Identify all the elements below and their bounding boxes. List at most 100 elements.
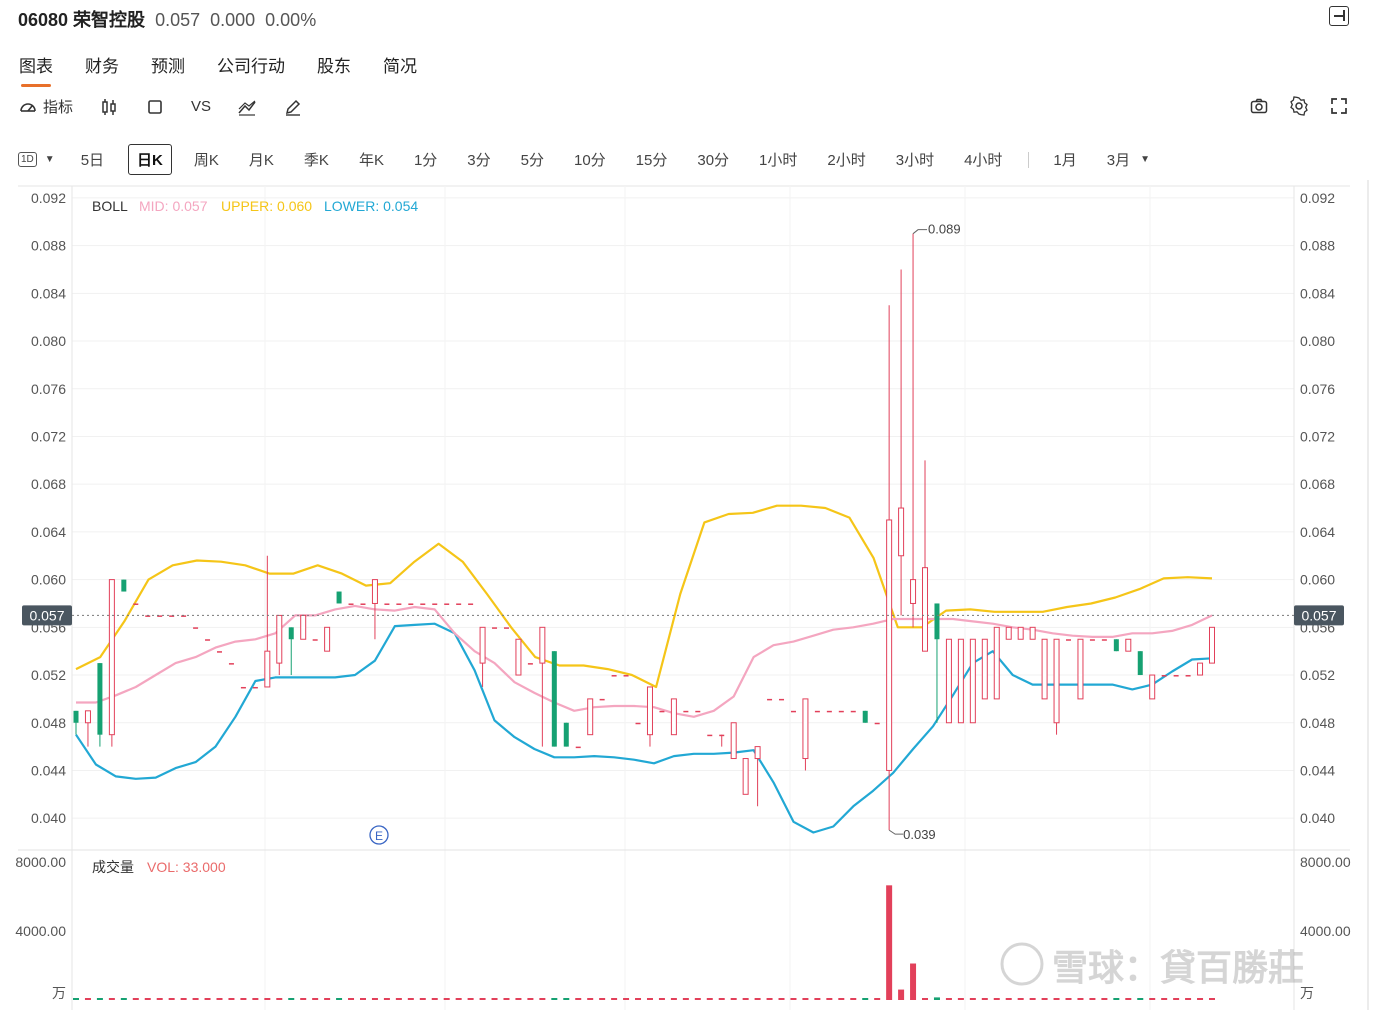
candle-body bbox=[1185, 675, 1191, 677]
price-tick-label: 0.072 bbox=[1300, 428, 1335, 444]
volume-bar bbox=[993, 998, 1000, 1000]
period-3h[interactable]: 3小时 bbox=[896, 145, 934, 174]
candle-body bbox=[456, 603, 462, 605]
tab-chart[interactable]: 图表 bbox=[19, 52, 53, 87]
chevron-down-icon: ▼ bbox=[1140, 154, 1151, 165]
volume-bar bbox=[1089, 998, 1096, 1000]
tab-corporate-action[interactable]: 公司行动 bbox=[217, 52, 285, 77]
snowball-logo-icon bbox=[1000, 942, 1044, 986]
volume-bar bbox=[1077, 998, 1084, 1000]
candle-body bbox=[623, 675, 629, 677]
price-tick-label: 0.080 bbox=[31, 333, 66, 349]
fullscreen-icon[interactable] bbox=[1329, 96, 1349, 116]
candle-body bbox=[193, 627, 199, 629]
candle-style-button[interactable] bbox=[99, 97, 119, 117]
period-5min[interactable]: 5分 bbox=[521, 145, 544, 174]
price-tick-label: 0.072 bbox=[31, 428, 66, 444]
tab-forecast[interactable]: 预测 bbox=[151, 52, 185, 77]
volume-bar bbox=[312, 998, 319, 1000]
period-selector: 1D ▼ 5日 日K 周K 月K 季K 年K 1分 3分 5分 10分 15分 … bbox=[18, 144, 1150, 175]
period-quarterly[interactable]: 季K bbox=[304, 145, 329, 174]
volume-bar bbox=[599, 998, 606, 1000]
camera-icon[interactable] bbox=[1249, 96, 1269, 116]
trend-tool-button[interactable] bbox=[237, 97, 257, 117]
volume-bar bbox=[216, 998, 223, 1000]
volume-bar bbox=[1209, 998, 1215, 1000]
price-tick-label: 0.080 bbox=[1300, 333, 1335, 349]
candle-body bbox=[551, 651, 557, 747]
range-3m-label: 3月 bbox=[1106, 152, 1131, 169]
volume-bar bbox=[850, 998, 857, 1000]
candle-body bbox=[216, 651, 222, 653]
candle-body bbox=[695, 710, 701, 713]
price-tick-label: 0.060 bbox=[1300, 572, 1335, 588]
volume-bar bbox=[1113, 998, 1120, 1000]
volume-bar bbox=[1041, 998, 1048, 1000]
period-3min[interactable]: 3分 bbox=[467, 145, 490, 174]
period-monthly[interactable]: 月K bbox=[249, 145, 274, 174]
price-tick-label: 0.068 bbox=[1300, 476, 1335, 492]
volume-bar bbox=[886, 885, 893, 1000]
candle-body bbox=[659, 710, 665, 713]
period-15min[interactable]: 15分 bbox=[636, 145, 668, 174]
chevron-down-icon: ▼ bbox=[44, 154, 55, 165]
period-4h[interactable]: 4小时 bbox=[964, 145, 1002, 174]
period-yearly[interactable]: 年K bbox=[359, 145, 384, 174]
volume-bar bbox=[359, 998, 366, 1000]
candle-body bbox=[670, 698, 677, 736]
candle-body bbox=[1101, 639, 1107, 641]
period-30min[interactable]: 30分 bbox=[697, 145, 729, 174]
volume-bar bbox=[180, 998, 187, 1000]
volume-bar bbox=[658, 998, 665, 1000]
volume-bar bbox=[718, 998, 725, 1000]
volume-bar bbox=[395, 998, 402, 1000]
price-tick-label: 0.040 bbox=[31, 810, 66, 826]
candle-body bbox=[730, 722, 737, 760]
volume-bar bbox=[515, 998, 522, 1000]
period-10min[interactable]: 10分 bbox=[574, 145, 606, 174]
volume-bar bbox=[898, 989, 905, 1000]
volume-bar bbox=[694, 998, 701, 1000]
chart-svg[interactable]: 0.092 0.088 0.084 0.080 0.076 0.072 0.068 0.064… bbox=[0, 180, 1373, 1010]
tab-profile[interactable]: 简况 bbox=[383, 52, 417, 77]
candle-body bbox=[910, 579, 917, 604]
interval-dropdown[interactable]: 1D ▼ bbox=[18, 148, 55, 171]
volume-bar bbox=[288, 998, 295, 1000]
period-1min[interactable]: 1分 bbox=[414, 145, 437, 174]
period-weekly[interactable]: 周K bbox=[194, 145, 219, 174]
draw-tool-button[interactable] bbox=[283, 97, 303, 117]
tab-shareholders[interactable]: 股东 bbox=[317, 52, 351, 77]
tab-finance[interactable]: 财务 bbox=[85, 52, 119, 77]
price-tick-label: 0.044 bbox=[31, 762, 66, 778]
kline-chart[interactable]: 0.092 0.088 0.084 0.080 0.076 0.072 0.068 0.064… bbox=[0, 180, 1373, 1010]
candle-body bbox=[814, 710, 820, 713]
candle-body bbox=[228, 663, 234, 665]
layout-button[interactable] bbox=[145, 97, 165, 117]
period-2h[interactable]: 2小时 bbox=[827, 145, 865, 174]
candle-body bbox=[635, 722, 641, 725]
boll-upper-label: UPPER: 0.060 bbox=[221, 198, 312, 214]
gear-icon[interactable] bbox=[1289, 96, 1309, 116]
pencil-icon bbox=[286, 99, 301, 116]
volume-bar bbox=[527, 998, 534, 1000]
candle-body bbox=[360, 603, 366, 605]
volume-bar bbox=[754, 998, 761, 1000]
price-tick-label: 0.084 bbox=[31, 285, 66, 301]
candle-body bbox=[408, 603, 414, 605]
period-5d[interactable]: 5日 bbox=[81, 145, 104, 174]
volume-bar bbox=[778, 998, 785, 1000]
range-1m[interactable]: 1月 bbox=[1053, 145, 1076, 174]
chart-actions bbox=[1249, 96, 1349, 116]
volume-bar bbox=[981, 998, 988, 1000]
indicator-button[interactable]: 指标 bbox=[18, 96, 73, 117]
candle-body bbox=[611, 675, 617, 677]
compare-button[interactable]: VS bbox=[191, 98, 211, 115]
period-daily[interactable]: 日K bbox=[128, 144, 172, 175]
candle-body bbox=[348, 603, 354, 605]
candle-body bbox=[336, 591, 342, 604]
exit-fullscreen-button[interactable] bbox=[1329, 6, 1349, 26]
divider bbox=[1028, 151, 1030, 168]
period-1h[interactable]: 1小时 bbox=[759, 145, 797, 174]
price-axis-left: 0.092 0.088 0.084 0.080 0.076 0.072 0.068 0.064… bbox=[31, 190, 66, 826]
range-3m[interactable]: 3月 ▼ bbox=[1107, 145, 1150, 174]
